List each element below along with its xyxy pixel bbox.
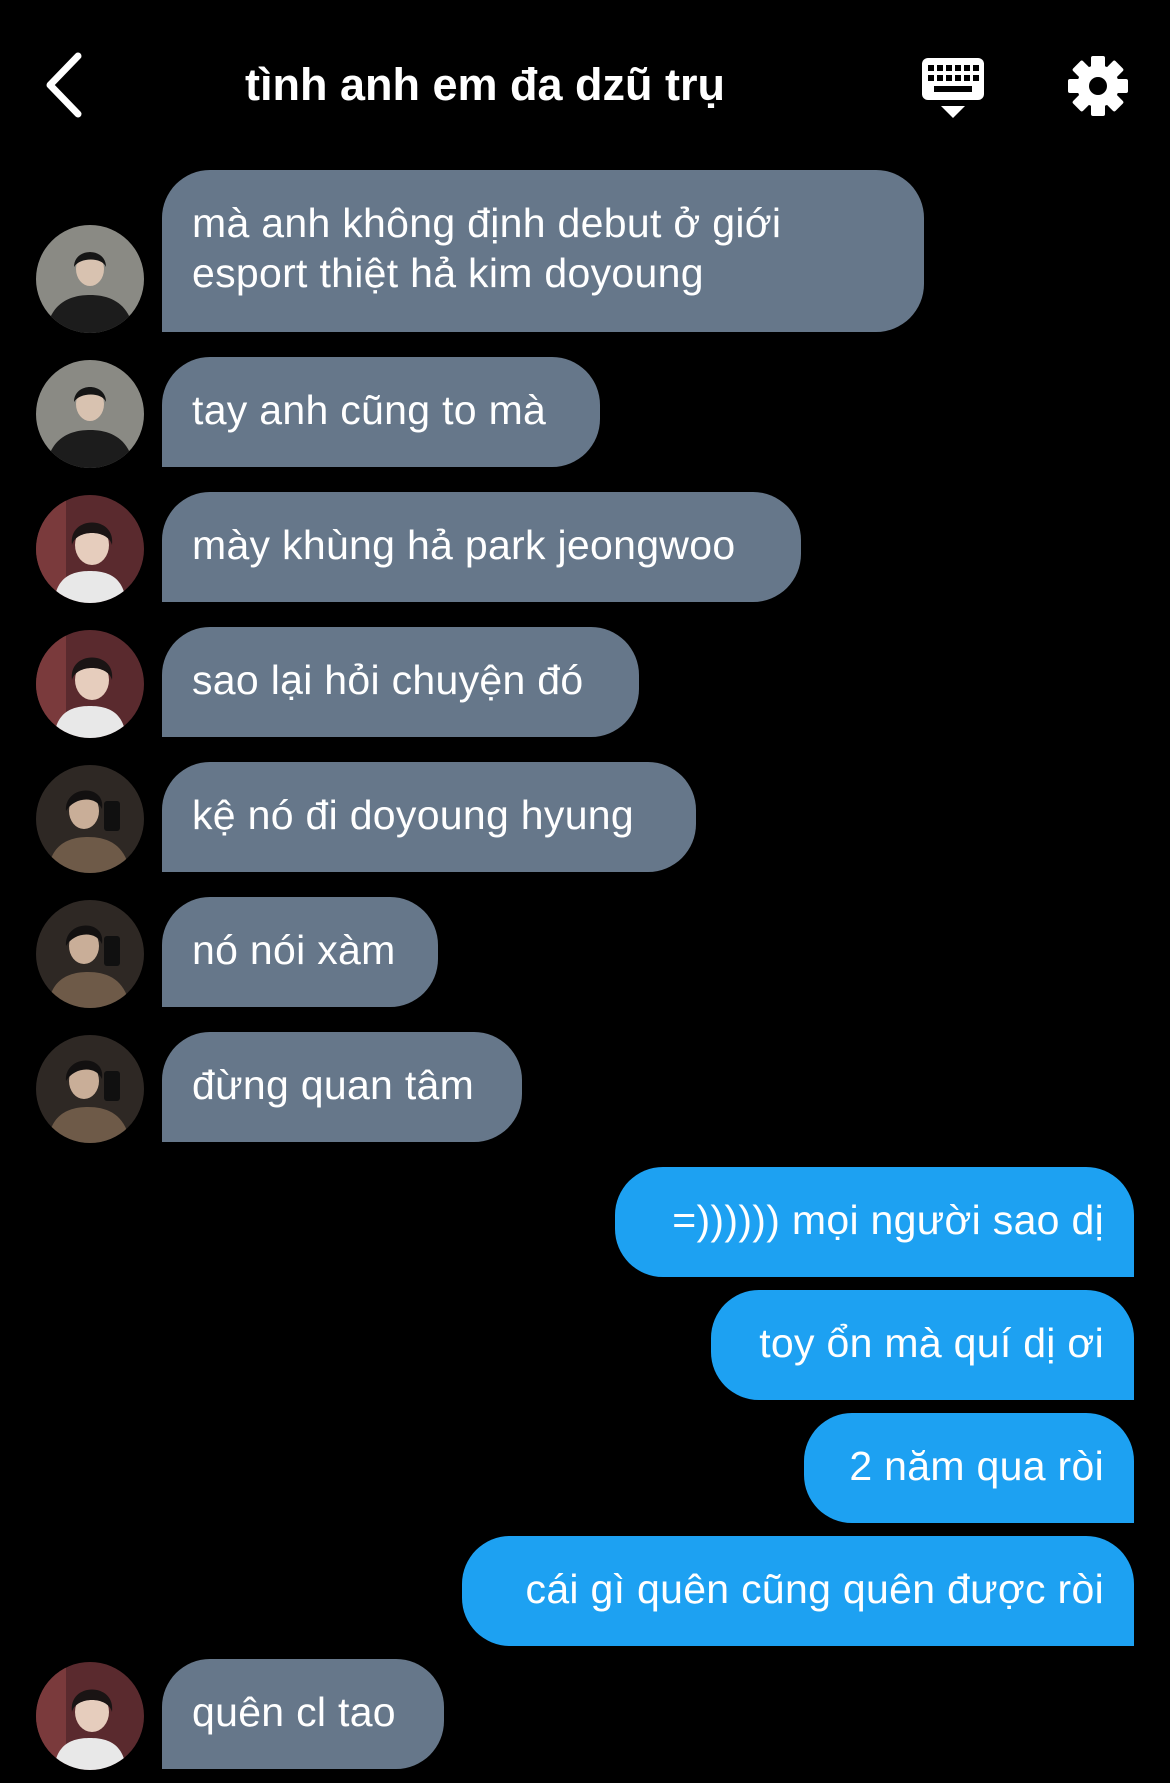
- message-bubble[interactable]: mà anh không định debut ở giới esport th…: [162, 170, 924, 332]
- message-bubble[interactable]: 2 năm qua ròi: [804, 1413, 1134, 1523]
- avatar-c-icon: [36, 765, 144, 873]
- avatar-a-icon: [36, 225, 144, 333]
- avatar-c-icon: [36, 1035, 144, 1143]
- avatar[interactable]: [36, 900, 144, 1008]
- message-bubble[interactable]: nó nói xàm: [162, 897, 438, 1007]
- message-bubble[interactable]: =)))))) mọi người sao dị: [615, 1167, 1134, 1277]
- avatar[interactable]: [36, 360, 144, 468]
- message-bubble[interactable]: quên cl tao: [162, 1659, 444, 1769]
- avatar[interactable]: [36, 765, 144, 873]
- avatar-b-icon: [36, 630, 144, 738]
- avatar[interactable]: [36, 1662, 144, 1770]
- message-bubble[interactable]: mày khùng hả park jeongwoo: [162, 492, 801, 602]
- avatar-c-icon: [36, 900, 144, 1008]
- message-bubble[interactable]: tay anh cũng to mà: [162, 357, 600, 467]
- message-bubble[interactable]: kệ nó đi doyoung hyung: [162, 762, 696, 872]
- avatar-b-icon: [36, 495, 144, 603]
- avatar-b-icon: [36, 1662, 144, 1770]
- message-bubble[interactable]: đừng quan tâm: [162, 1032, 522, 1142]
- avatar[interactable]: [36, 225, 144, 333]
- message-bubble[interactable]: sao lại hỏi chuyện đó: [162, 627, 639, 737]
- avatar[interactable]: [36, 495, 144, 603]
- avatar[interactable]: [36, 630, 144, 738]
- message-bubble[interactable]: toy ổn mà quí dị ơi: [711, 1290, 1134, 1400]
- message-list[interactable]: mà anh không định debut ở giới esport th…: [0, 0, 1170, 1783]
- avatar-a-icon: [36, 360, 144, 468]
- avatar[interactable]: [36, 1035, 144, 1143]
- message-bubble[interactable]: cái gì quên cũng quên được ròi: [462, 1536, 1134, 1646]
